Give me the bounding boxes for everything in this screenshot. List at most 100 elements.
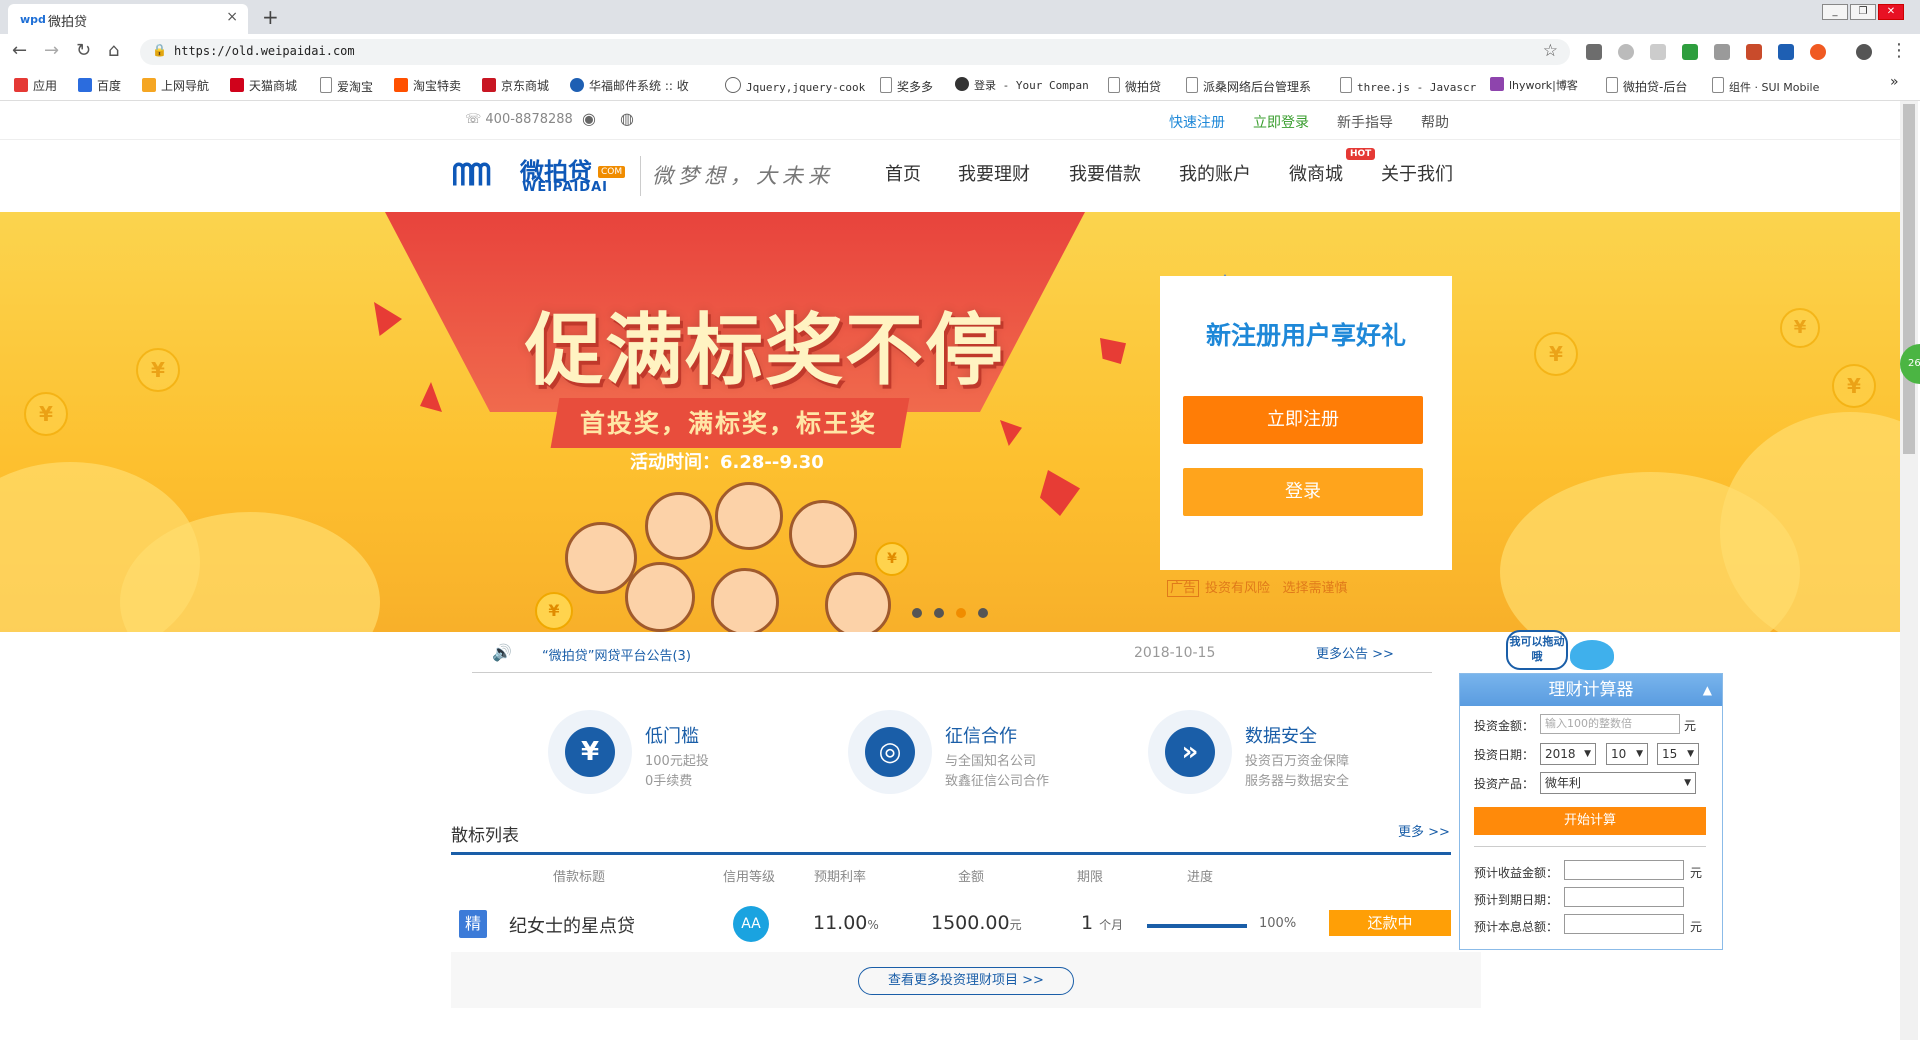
- carousel-dot[interactable]: [978, 608, 988, 618]
- collapse-icon[interactable]: ▲: [1703, 674, 1712, 706]
- logo-people-icon[interactable]: ᗰᗰ: [452, 158, 491, 193]
- year-select[interactable]: 2018 ▼: [1540, 743, 1596, 765]
- login-now-link[interactable]: 立即登录: [1253, 112, 1309, 132]
- url-text[interactable]: https://old.weipaidai.com: [174, 44, 355, 58]
- back-button[interactable]: ←: [12, 40, 27, 61]
- hot-badge: HOT: [1346, 148, 1376, 160]
- nav-account[interactable]: 我的账户: [1179, 160, 1251, 186]
- coin-icon: ¥: [1832, 364, 1876, 408]
- bookmark-item[interactable]: 淘宝特卖: [394, 77, 461, 94]
- extension-orange-icon[interactable]: [1810, 44, 1826, 60]
- bookmarks-overflow-icon[interactable]: »: [1890, 74, 1899, 90]
- nav-mall[interactable]: 微商城: [1289, 160, 1343, 186]
- total-label: 预计本息总额：: [1474, 920, 1559, 934]
- view-more-projects-button[interactable]: 查看更多投资理财项目 >>: [858, 967, 1074, 995]
- due-date-output[interactable]: [1564, 887, 1684, 907]
- bookmark-item[interactable]: 百度: [78, 77, 121, 94]
- bookmark-item[interactable]: 京东商城: [482, 77, 549, 94]
- bookmark-star-icon[interactable]: ☆: [1543, 41, 1558, 61]
- page-icon: [1712, 77, 1724, 93]
- reload-button[interactable]: ↻: [76, 40, 91, 61]
- calculator-header[interactable]: 理财计算器 ▲: [1460, 674, 1722, 706]
- carousel-dot-active[interactable]: [956, 608, 966, 618]
- total-output[interactable]: [1564, 914, 1684, 934]
- browser-menu-icon[interactable]: ⋮: [1890, 40, 1908, 61]
- carousel-dot[interactable]: [934, 608, 944, 618]
- whale-icon: [1570, 640, 1614, 670]
- date-label: 投资日期：: [1474, 748, 1535, 762]
- bookmark-item[interactable]: 派桑网络后台管理系: [1186, 77, 1311, 95]
- nav-invest[interactable]: 我要理财: [958, 160, 1030, 186]
- tmall-icon: [230, 78, 244, 92]
- table-row[interactable]: 精 纪女士的星点贷 AA 11.00% 1500.00元 1 个月 100% 还…: [451, 894, 1451, 953]
- promo-banner[interactable]: ¥ ¥ ¥ ¥ ¥ 促满标奖不停 首投奖，满标奖，标王奖 活动时间：6.28--…: [0, 212, 1900, 632]
- bookmark-item[interactable]: 华福邮件系统 :: 收: [570, 77, 689, 94]
- cartoon-face: [625, 562, 695, 632]
- whale-mascot[interactable]: 我可以拖动哦: [1506, 630, 1626, 674]
- extension-green-icon[interactable]: [1682, 44, 1698, 60]
- income-output[interactable]: [1564, 860, 1684, 880]
- register-button[interactable]: 立即注册: [1183, 396, 1423, 444]
- nav-home[interactable]: 首页: [885, 160, 921, 186]
- loan-status-button[interactable]: 还款中: [1329, 910, 1451, 936]
- extension-circle-icon[interactable]: [1618, 44, 1634, 60]
- bookmark-item[interactable]: 微拍贷-后台: [1606, 77, 1687, 95]
- extension-v-icon[interactable]: [1714, 44, 1730, 60]
- loan-title-link[interactable]: 纪女士的星点贷: [509, 912, 635, 938]
- home-button[interactable]: ⌂: [108, 40, 119, 61]
- taobao-icon: [394, 78, 408, 92]
- amount-input[interactable]: 输入100的整数倍: [1540, 714, 1680, 734]
- banner-activity-time: 活动时间：6.28--9.30: [630, 452, 824, 473]
- window-restore-button[interactable]: ❐: [1850, 4, 1876, 20]
- loan-list-divider: [451, 852, 1451, 855]
- bookmark-apps[interactable]: 应用: [14, 77, 57, 94]
- forward-button[interactable]: →: [44, 40, 59, 61]
- bookmark-item[interactable]: 组件 · SUI Mobile: [1712, 77, 1819, 95]
- jd-icon: [482, 78, 496, 92]
- month-select[interactable]: 10 ▼: [1606, 743, 1648, 765]
- bookmark-item[interactable]: 奖多多: [880, 77, 933, 95]
- bookmark-item[interactable]: lhywork|博客: [1490, 77, 1578, 93]
- weibo-icon[interactable]: ◉: [582, 109, 596, 128]
- browser-tab[interactable]: wpd 微拍贷 ×: [8, 4, 248, 34]
- bookmark-item[interactable]: 天猫商城: [230, 77, 297, 94]
- help-link[interactable]: 帮助: [1421, 112, 1449, 132]
- product-select[interactable]: 微年利 ▼: [1540, 772, 1696, 794]
- start-calculate-button[interactable]: 开始计算: [1474, 807, 1706, 835]
- login-button[interactable]: 登录: [1183, 468, 1423, 516]
- quick-register-link[interactable]: 快速注册: [1169, 112, 1225, 132]
- extension-fe-icon[interactable]: [1778, 44, 1794, 60]
- column-header: 借款标题: [553, 870, 606, 885]
- calculator-title: 理财计算器: [1548, 680, 1634, 700]
- extension-recycle-icon[interactable]: [1586, 44, 1602, 60]
- address-bar[interactable]: 🔒 https://old.weipaidai.com ☆: [140, 39, 1570, 65]
- window-minimize-button[interactable]: _: [1822, 4, 1848, 20]
- chevron-down-icon: ▼: [1636, 749, 1643, 759]
- progress-bar: [1147, 924, 1247, 928]
- extension-paragraph-icon[interactable]: [1746, 44, 1762, 60]
- profile-avatar-icon[interactable]: [1856, 44, 1872, 60]
- new-tab-button[interactable]: +: [262, 5, 279, 29]
- carousel-dot[interactable]: [912, 608, 922, 618]
- notice-link[interactable]: “微拍贷”网贷平台公告(3): [542, 645, 691, 664]
- tab-close-icon[interactable]: ×: [226, 9, 238, 25]
- wechat-icon[interactable]: ◍: [620, 109, 634, 128]
- nav-borrow[interactable]: 我要借款: [1069, 160, 1141, 186]
- banner-subtitle: 首投奖，满标奖，标王奖: [580, 409, 878, 438]
- bookmark-item[interactable]: 上网导航: [142, 77, 209, 94]
- bookmark-item[interactable]: 微拍贷: [1108, 77, 1161, 95]
- jquery-icon: [725, 77, 741, 93]
- loan-list-more-link[interactable]: 更多 >>: [1398, 821, 1450, 840]
- extension-grid-icon[interactable]: [1650, 44, 1666, 60]
- nav-about[interactable]: 关于我们: [1381, 160, 1453, 186]
- bookmark-item[interactable]: 登录 - Your Compan: [955, 77, 1089, 93]
- bookmark-item[interactable]: three.js - Javascr: [1340, 77, 1476, 94]
- newbie-guide-link[interactable]: 新手指导: [1337, 112, 1393, 132]
- bookmark-item[interactable]: 爱淘宝: [320, 77, 373, 95]
- scrollbar-thumb[interactable]: [1903, 104, 1915, 454]
- bookmark-item[interactable]: Jquery,jquery-cook: [725, 77, 865, 94]
- window-close-button[interactable]: ✕: [1878, 4, 1904, 20]
- feature-desc: 致鑫征信公司合作: [945, 774, 1050, 789]
- more-notices-link[interactable]: 更多公告 >>: [1316, 643, 1394, 662]
- day-select[interactable]: 15 ▼: [1657, 743, 1699, 765]
